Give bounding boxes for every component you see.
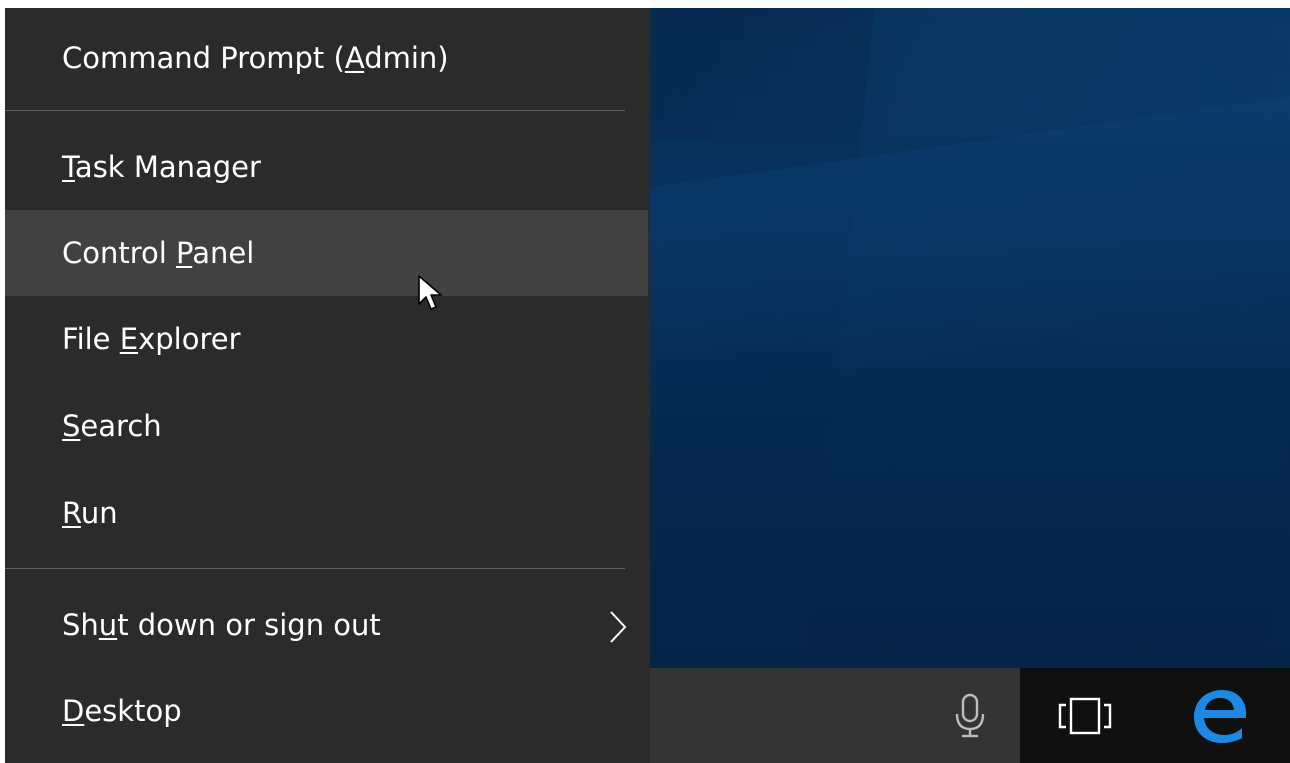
menu-item-file-explorer[interactable]: File Explorer — [5, 296, 648, 382]
menu-item-command-prompt-admin[interactable]: Command Prompt (Admin) — [5, 15, 648, 101]
microphone-icon — [955, 693, 985, 737]
taskbar — [650, 668, 1290, 763]
chevron-right-icon — [610, 611, 627, 643]
cortana-microphone-button[interactable] — [920, 668, 1020, 763]
menu-item-desktop[interactable]: Desktop — [5, 668, 648, 754]
desktop-wallpaper[interactable] — [650, 8, 1290, 668]
menu-separator — [5, 568, 625, 569]
task-view-icon — [1058, 697, 1112, 734]
menu-item-search[interactable]: Search — [5, 383, 648, 469]
edge-browser-button[interactable] — [1150, 668, 1290, 763]
mouse-cursor-icon — [418, 275, 442, 310]
task-view-button[interactable] — [1020, 668, 1150, 763]
menu-separator — [5, 110, 625, 111]
menu-item-run[interactable]: Run — [5, 470, 648, 556]
power-user-menu: Command Prompt (Admin) Task Manager Cont… — [5, 8, 650, 763]
screen: Command Prompt (Admin) Task Manager Cont… — [5, 8, 1290, 763]
menu-item-shut-down-or-sign-out[interactable]: Shut down or sign out — [5, 582, 648, 668]
edge-icon — [1194, 689, 1246, 743]
menu-item-task-manager[interactable]: Task Manager — [5, 124, 648, 210]
menu-item-control-panel[interactable]: Control Panel — [5, 210, 648, 296]
